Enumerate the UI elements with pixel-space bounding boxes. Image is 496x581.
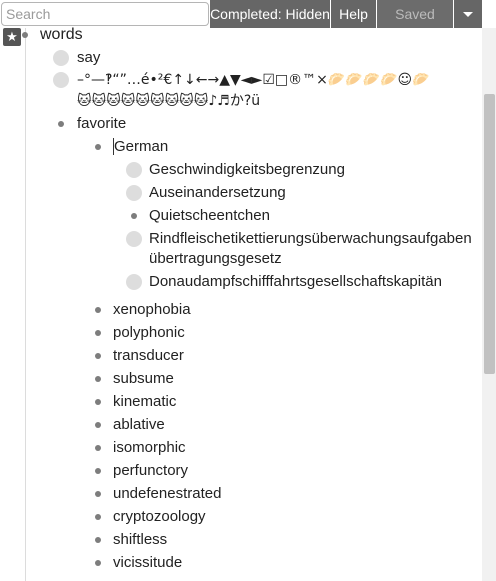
bullet-symbols[interactable] (53, 72, 69, 88)
node-symbols-line-1[interactable]: –°—‽“”…é•²€↑↓←→▲▼◄►☑□®™×🥟🥟🥟🥟☺🥟 (77, 69, 430, 91)
bullet-favorite-word[interactable] (95, 353, 101, 359)
node-favorite-word[interactable]: cryptozoology (113, 506, 206, 528)
node-favorite-word[interactable]: undefenestrated (113, 483, 221, 505)
bullet-german-word[interactable] (126, 231, 142, 247)
bullet-root[interactable] (22, 32, 28, 38)
node-german-word[interactable]: Donaudampfschifffahrtsgesellschaftskapit… (149, 271, 442, 293)
node-german-word[interactable]: Quietscheentchen (149, 205, 270, 227)
bullet-favorite-word[interactable] (95, 376, 101, 382)
node-symbols-line-2[interactable]: 🐱🐱🐱🐱🐱🐱🐱🐱🐱♪♬か?ü (77, 90, 260, 112)
scrollbar-thumb[interactable] (484, 94, 495, 374)
bullet-favorite-word[interactable] (95, 399, 101, 405)
bullet-favorite-word[interactable] (95, 307, 101, 313)
node-favorite-word[interactable]: kinematic (113, 391, 176, 413)
chevron-down-icon (463, 11, 473, 17)
node-favorite-word[interactable]: vicissitude (113, 552, 182, 574)
node-german[interactable]: German (114, 136, 168, 158)
node-root[interactable]: words (40, 24, 83, 46)
gutter-divider (25, 28, 26, 581)
search-input[interactable] (1, 2, 209, 26)
bullet-favorite[interactable] (58, 121, 64, 127)
bullet-favorite-word[interactable] (95, 330, 101, 336)
node-say[interactable]: say (77, 47, 100, 69)
bullet-german-word[interactable] (126, 162, 142, 178)
bullet-german-word[interactable] (126, 185, 142, 201)
completed-toggle-button[interactable]: Completed: Hidden (210, 0, 330, 28)
bullet-favorite-word[interactable] (95, 491, 101, 497)
bullet-favorite-word[interactable] (95, 468, 101, 474)
node-favorite-word[interactable]: shiftless (113, 529, 167, 551)
node-favorite[interactable]: favorite (77, 113, 126, 135)
star-icon[interactable]: ★ (3, 28, 21, 46)
bullet-favorite-word[interactable] (95, 445, 101, 451)
node-german-word[interactable]: Geschwindigkeitsbegrenzung (149, 159, 345, 181)
node-favorite-word[interactable]: perfunctory (113, 460, 188, 482)
bullet-favorite-word[interactable] (95, 537, 101, 543)
node-favorite-word[interactable]: ablative (113, 414, 165, 436)
bullet-german[interactable] (95, 144, 101, 150)
bullet-german-word[interactable] (126, 274, 142, 290)
node-favorite-word[interactable]: isomorphic (113, 437, 186, 459)
node-german-word-wrap[interactable]: übertragungsgesetz (149, 248, 282, 270)
bullet-german-word[interactable] (131, 213, 137, 219)
menu-dropdown-button[interactable] (454, 0, 482, 28)
bullet-favorite-word[interactable] (95, 514, 101, 520)
node-favorite-word[interactable]: subsume (113, 368, 174, 390)
bullet-say[interactable] (53, 50, 69, 66)
help-button[interactable]: Help (331, 0, 376, 28)
node-favorite-word[interactable]: polyphonic (113, 322, 185, 344)
node-favorite-word[interactable]: transducer (113, 345, 184, 367)
bullet-favorite-word[interactable] (95, 560, 101, 566)
node-german-word[interactable]: Rindfleischetikettierungsüberwachungsauf… (149, 228, 472, 250)
node-german-word[interactable]: Auseinandersetzung (149, 182, 286, 204)
bullet-favorite-word[interactable] (95, 422, 101, 428)
saved-status-button[interactable]: Saved (377, 0, 453, 28)
node-favorite-word[interactable]: xenophobia (113, 299, 191, 321)
